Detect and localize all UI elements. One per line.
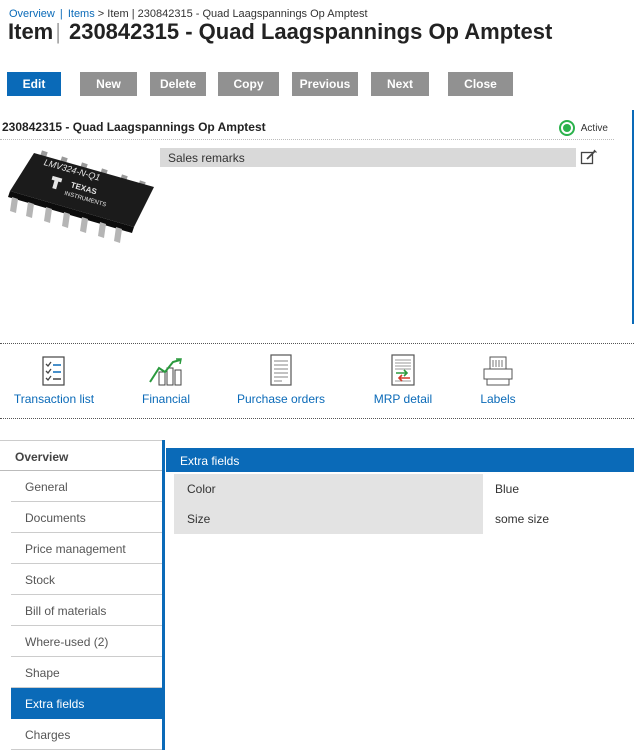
previous-button[interactable]: Previous [292, 72, 358, 96]
printer-icon [483, 356, 513, 386]
quick-links: Transaction list Financial Purchase orde… [0, 352, 634, 412]
divider-top [0, 343, 634, 344]
page-title-prefix: Item [8, 19, 54, 44]
status-badge: Active [558, 120, 608, 136]
document-icon [270, 354, 292, 386]
sidebar-item-shape[interactable]: Shape [11, 657, 162, 688]
page-title-name: 230842315 - Quad Laagspannings Op Amptes… [68, 19, 553, 44]
item-header: 230842315 - Quad Laagspannings Op Amptes… [0, 118, 614, 140]
purchase-orders-label: Purchase orders [236, 392, 326, 406]
extra-field-label: Color [174, 474, 483, 504]
mrp-icon [391, 354, 415, 386]
edit-button[interactable]: Edit [7, 72, 61, 96]
divider-bottom [0, 418, 634, 419]
transaction-list-link[interactable]: Transaction list [8, 352, 100, 406]
sidebar-item-charges[interactable]: Charges [11, 719, 162, 750]
delete-button[interactable]: Delete [150, 72, 206, 96]
extra-fields-panel: Extra fields Color Blue Size some size [166, 448, 634, 534]
sidebar-item-bill-of-materials[interactable]: Bill of materials [11, 595, 162, 626]
sidebar-item-documents[interactable]: Documents [11, 502, 162, 533]
sidebar-item-price-management[interactable]: Price management [11, 533, 162, 564]
toolbar: Edit New Delete Copy Previous Next Close [0, 72, 634, 96]
financial-label: Financial [141, 392, 191, 406]
next-button[interactable]: Next [371, 72, 429, 96]
checklist-icon [42, 356, 65, 386]
mrp-detail-link[interactable]: MRP detail [368, 352, 438, 406]
status-label: Active [580, 122, 608, 134]
extra-field-row: Color Blue [174, 474, 634, 504]
sidebar-item-where-used[interactable]: Where-used (2) [11, 626, 162, 657]
extra-field-value: Blue [495, 482, 520, 496]
item-name: 230842315 - Quad Laagspannings Op Amptes… [2, 120, 266, 134]
sidebar-item-stock[interactable]: Stock [11, 564, 162, 595]
copy-button[interactable]: Copy [218, 72, 279, 96]
close-button[interactable]: Close [448, 72, 513, 96]
sidebar-header-overview[interactable]: Overview [0, 440, 162, 471]
purchase-orders-link[interactable]: Purchase orders [232, 352, 330, 406]
sales-remarks-field: Sales remarks [160, 148, 576, 167]
item-image: LMV324-N-Q1 TEXAS INSTRUMENTS [4, 145, 156, 245]
mrp-detail-label: MRP detail [373, 392, 433, 406]
extra-field-value: some size [495, 512, 550, 526]
labels-link[interactable]: Labels [472, 352, 524, 406]
sidebar-nav: Overview General Documents Price managem… [0, 440, 166, 750]
sidebar-item-general[interactable]: General [11, 471, 162, 502]
sidebar-border [162, 440, 165, 750]
extra-fields-title: Extra fields [166, 448, 634, 472]
labels-label: Labels [480, 392, 516, 406]
financial-link[interactable]: Financial [135, 352, 197, 406]
extra-field-row: Size some size [174, 504, 634, 534]
chart-icon [149, 358, 182, 386]
extra-field-label: Size [174, 504, 483, 534]
transaction-list-label: Transaction list [13, 392, 95, 406]
status-active-icon [558, 120, 575, 136]
edit-remarks-icon[interactable] [580, 148, 598, 166]
new-button[interactable]: New [80, 72, 137, 96]
page-title-divider: | [55, 19, 61, 44]
sidebar-item-extra-fields[interactable]: Extra fields [11, 688, 162, 719]
page-title: Item| 230842315 - Quad Laagspannings Op A… [8, 19, 552, 45]
